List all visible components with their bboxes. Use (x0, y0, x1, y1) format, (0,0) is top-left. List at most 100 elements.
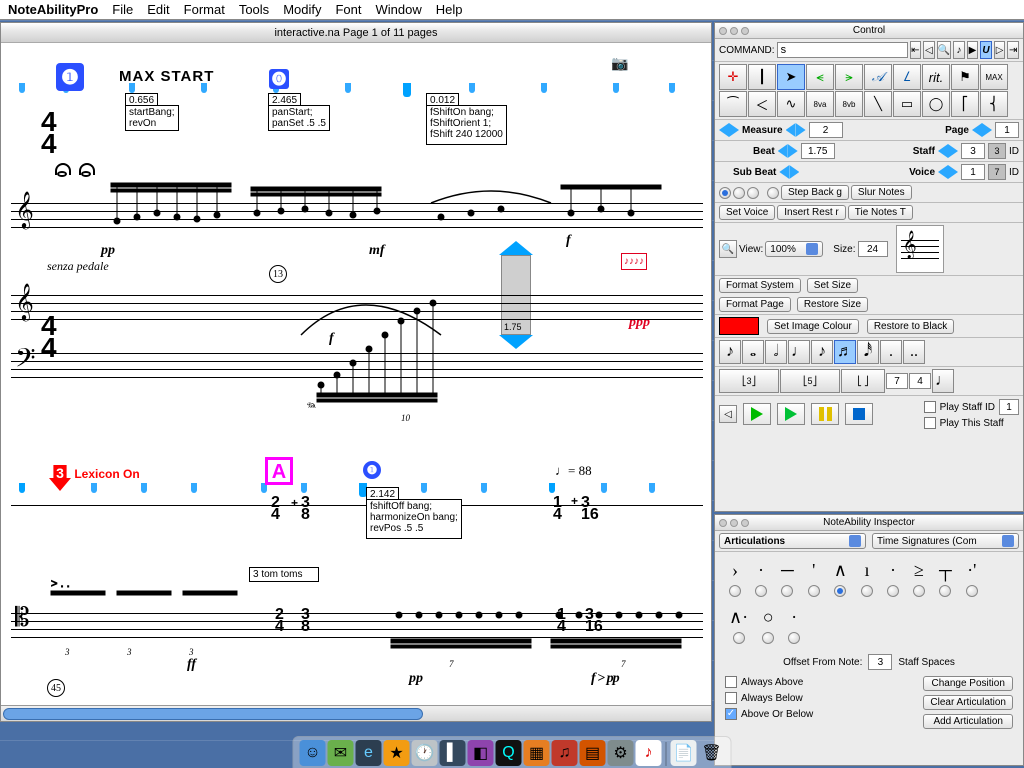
format-page-button[interactable]: Format Page (719, 297, 791, 312)
mail-icon[interactable]: ✉ (328, 740, 354, 766)
color-swatch[interactable] (719, 317, 759, 335)
app5-icon[interactable]: ▤ (580, 740, 606, 766)
tuplet-none-button[interactable]: ⎣ ⎦ (841, 369, 885, 393)
target-tool-icon[interactable]: ✛ (719, 64, 747, 90)
set-voice-button[interactable]: Set Voice (719, 205, 775, 220)
terminal-icon[interactable]: ▌ (440, 740, 466, 766)
app3-icon[interactable]: ▦ (524, 740, 550, 766)
measure-field[interactable] (809, 122, 843, 138)
menu-file[interactable]: File (112, 2, 133, 17)
score-canvas[interactable]: ❶ MAX START ⓿ 📷 0.656 startBang; revOn 2… (1, 43, 711, 721)
measure-arrows-icon[interactable] (786, 123, 806, 137)
page-field[interactable] (995, 122, 1019, 138)
command-input[interactable] (777, 42, 908, 58)
doc-icon[interactable]: 📄 (671, 740, 697, 766)
art-radio[interactable] (861, 585, 873, 597)
staff-field[interactable] (961, 143, 985, 159)
octave-tool-icon[interactable]: 8va (806, 91, 834, 117)
zoom-tool-icon[interactable]: 🔍 (719, 240, 737, 258)
play-staff-check[interactable] (924, 401, 936, 413)
menu-window[interactable]: Window (376, 2, 422, 17)
nav-next-icon[interactable]: ▷ (994, 41, 1006, 59)
change-position-button[interactable]: Change Position (923, 676, 1013, 691)
clock-icon[interactable]: 🕐 (412, 740, 438, 766)
tuplet-num-field[interactable] (886, 373, 908, 389)
nav-first-icon[interactable]: ⇤ (910, 41, 922, 59)
hscrollbar[interactable] (1, 705, 711, 721)
eighth-note-icon[interactable]: ♪ (811, 340, 833, 364)
nav-last-icon[interactable]: ⇥ (1007, 41, 1019, 59)
noteability-icon[interactable]: ♪ (636, 740, 662, 766)
brace-tool-icon[interactable]: ⎨ (980, 91, 1008, 117)
quicktime-icon[interactable]: Q (496, 740, 522, 766)
play-this-check[interactable] (924, 417, 936, 429)
staff-arrows-icon[interactable] (938, 144, 958, 158)
art-radio[interactable] (966, 585, 978, 597)
art-radio[interactable] (729, 585, 741, 597)
menu-font[interactable]: Font (335, 2, 361, 17)
cresc-tool-icon[interactable]: ＜ (748, 91, 776, 117)
app-icon[interactable]: ★ (384, 740, 410, 766)
zoom-icon[interactable] (741, 519, 749, 527)
quarter-note-icon[interactable]: ♩ (788, 340, 810, 364)
line-tool-icon[interactable]: 𝐿 (893, 64, 921, 90)
art-radio[interactable] (887, 585, 899, 597)
add-articulation-button[interactable]: Add Articulation (923, 714, 1013, 729)
note-icon[interactable]: ♪ (953, 41, 965, 59)
menu-format[interactable]: Format (184, 2, 225, 17)
play-staff-id-field[interactable] (999, 399, 1019, 415)
minimize-icon[interactable] (730, 519, 738, 527)
size-field[interactable] (858, 241, 888, 257)
restore-size-button[interactable]: Restore Size (797, 297, 868, 312)
always-below-check[interactable] (725, 692, 737, 704)
note-tool-icon[interactable]: ♪ (719, 340, 741, 364)
subbeat-arrows-icon[interactable] (779, 165, 799, 179)
accel-tool-icon[interactable]: 𝒜 (864, 64, 892, 90)
minimize-icon[interactable] (730, 27, 738, 35)
bracket-tool-icon[interactable]: ⎡ (951, 91, 979, 117)
rect-tool-icon[interactable]: ▭ (893, 91, 921, 117)
whole-note-icon[interactable]: 𝅝 (742, 340, 764, 364)
barline-tool-icon[interactable]: ┃ (748, 64, 776, 90)
slur-notes-button[interactable]: Slur Notes (851, 185, 912, 200)
menu-edit[interactable]: Edit (147, 2, 169, 17)
tuplet-den-field[interactable] (909, 373, 931, 389)
close-icon[interactable] (719, 27, 727, 35)
slur-tool-icon[interactable]: ⁀ (719, 91, 747, 117)
always-above-check[interactable] (725, 676, 737, 688)
timesig-select[interactable]: Time Signatures (Com (872, 533, 1019, 549)
offset-field[interactable] (868, 654, 892, 670)
art-radio[interactable] (788, 632, 800, 644)
art-radio[interactable] (733, 632, 745, 644)
doc-titlebar[interactable]: interactive.na Page 1 of 11 pages (1, 23, 711, 43)
page-arrows-icon[interactable] (972, 123, 992, 137)
restore-black-button[interactable]: Restore to Black (867, 319, 954, 334)
tuplet-3-button[interactable]: ⎣3⎦ (719, 369, 779, 393)
art-radio[interactable] (781, 585, 793, 597)
mode-radio-3[interactable] (747, 187, 759, 199)
flag-tool-icon[interactable]: ⚑ (951, 64, 979, 90)
step-back-button[interactable]: Step Back g (781, 185, 849, 200)
insert-rest-button[interactable]: Insert Rest r (777, 205, 845, 220)
articulations-select[interactable]: Articulations (719, 533, 866, 549)
browser-icon[interactable]: e (356, 740, 382, 766)
pause-button[interactable] (811, 403, 839, 425)
hairpin-open-icon[interactable]: ⪪ (806, 64, 834, 90)
art-radio[interactable] (762, 632, 774, 644)
double-dot-icon[interactable]: .. (903, 340, 925, 364)
measure-stepper-icon[interactable] (719, 123, 739, 137)
menu-tools[interactable]: Tools (239, 2, 269, 17)
play-icon[interactable]: ▶ (967, 41, 979, 59)
app4-icon[interactable]: ♫ (552, 740, 578, 766)
hscroll-thumb[interactable] (3, 708, 423, 720)
mode-radio-4[interactable] (767, 187, 779, 199)
arrow-tool-icon[interactable]: ➤ (777, 64, 805, 90)
zoom-icon[interactable] (741, 27, 749, 35)
close-icon[interactable] (719, 519, 727, 527)
thirtysecond-note-icon[interactable]: 𝅘𝅥𝅰 (857, 340, 879, 364)
mode-radio-1[interactable] (719, 187, 731, 199)
art-radio-selected[interactable] (834, 585, 846, 597)
menu-help[interactable]: Help (436, 2, 463, 17)
lineseg-tool-icon[interactable]: ╲ (864, 91, 892, 117)
clear-articulation-button[interactable]: Clear Articulation (923, 695, 1013, 710)
